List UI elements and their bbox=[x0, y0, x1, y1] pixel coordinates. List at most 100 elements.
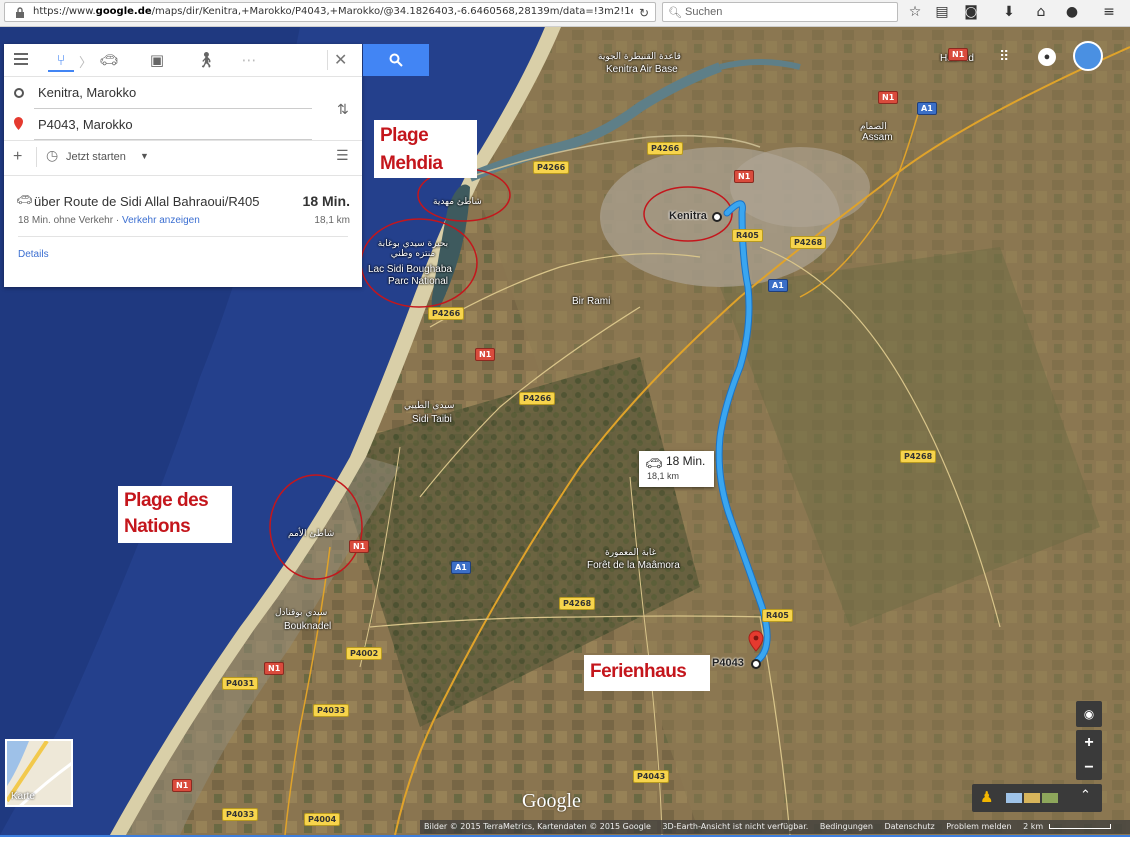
options-sliders-icon[interactable]: ☰ bbox=[336, 148, 349, 164]
road-shield-p4268: P4268 bbox=[559, 597, 596, 610]
place-assam: Assam bbox=[862, 132, 893, 143]
route-distance: 18,1 km bbox=[314, 215, 350, 226]
map-layer-switcher[interactable]: Karte bbox=[5, 739, 73, 807]
place-air-base-ar: قاعدة القنيطرة الجوية bbox=[598, 52, 681, 62]
road-shield-n1: N1 bbox=[475, 348, 496, 361]
add-destination-icon[interactable]: + bbox=[13, 148, 22, 166]
zoom-in-button[interactable]: + bbox=[1076, 730, 1102, 755]
hamburger-menu-icon[interactable]: ≡ bbox=[1100, 3, 1118, 21]
road-shield-n1: N1 bbox=[734, 170, 755, 183]
close-icon[interactable]: ✕ bbox=[334, 50, 347, 69]
browser-search-field[interactable]: 🔍︎ Suchen bbox=[662, 2, 898, 22]
chat-icon[interactable]: ● bbox=[1063, 3, 1081, 21]
place-foret: Forêt de la Maâmora bbox=[587, 560, 680, 571]
pocket-icon[interactable]: ◙ bbox=[962, 3, 980, 21]
road-shield-a1: A1 bbox=[917, 102, 937, 115]
place-lac-1: Lac Sidi Boughaba bbox=[368, 264, 452, 275]
dropdown-arrow-icon[interactable]: ▼ bbox=[140, 151, 149, 161]
callout-plage-des-nations: Plage des Nations bbox=[118, 486, 232, 543]
google-logo: Google bbox=[522, 790, 581, 812]
home-icon[interactable]: ⌂ bbox=[1032, 3, 1050, 21]
reading-list-icon[interactable]: ▤ bbox=[933, 3, 951, 21]
place-assam-ar: الصمام bbox=[860, 122, 887, 132]
address-bar[interactable]: https://www.google.de/maps/dir/Kenitra,+… bbox=[4, 2, 656, 22]
road-shield-a1: A1 bbox=[768, 279, 788, 292]
road-shield-p4043: P4043 bbox=[633, 770, 670, 783]
road-shield-n1: N1 bbox=[349, 540, 370, 553]
route-name[interactable]: über Route de Sidi Allal Bahraoui/R405 bbox=[34, 194, 259, 209]
directions-search-button[interactable] bbox=[363, 44, 429, 76]
chevron-up-icon[interactable]: ⌃ bbox=[1080, 787, 1091, 803]
road-shield-p4266: P4266 bbox=[533, 161, 570, 174]
place-air-base: Kenitra Air Base bbox=[606, 64, 678, 75]
report-problem-link[interactable]: Problem melden bbox=[946, 822, 1011, 831]
road-shield-p4266: P4266 bbox=[519, 392, 556, 405]
layer-thumbnail-icon[interactable] bbox=[1042, 793, 1058, 803]
my-location-button[interactable]: ◉ bbox=[1076, 701, 1102, 727]
scale-bar bbox=[1048, 824, 1111, 829]
road-shield-p4033: P4033 bbox=[222, 808, 259, 821]
zoom-out-button[interactable]: − bbox=[1076, 755, 1102, 780]
place-nations-ar: شاطئ الأمم bbox=[288, 529, 335, 539]
download-icon[interactable]: ⬇ bbox=[1000, 3, 1018, 21]
route-time: 18 Min. bbox=[302, 193, 350, 209]
layer-thumbnail-icon[interactable] bbox=[1024, 793, 1040, 803]
road-shield-n1: N1 bbox=[878, 91, 899, 104]
road-shield-p4266: P4266 bbox=[428, 307, 465, 320]
road-shield-p4268: P4268 bbox=[790, 236, 827, 249]
place-lac-ar: بحيرة سيدي بوغابة منتزه وطني bbox=[377, 239, 449, 259]
origin-underline bbox=[34, 108, 312, 109]
pegman-icon[interactable]: ♟ bbox=[980, 788, 993, 806]
avatar[interactable] bbox=[1073, 41, 1103, 71]
lock-icon bbox=[16, 7, 24, 18]
place-sidi-taibi-ar: سيدي الطيبي bbox=[404, 401, 455, 411]
layer-thumbnail-icon[interactable] bbox=[1006, 793, 1022, 803]
car-icon: 🚗︎ bbox=[16, 192, 33, 207]
zoom-control: + − bbox=[1076, 730, 1102, 780]
traffic-link[interactable]: Verkehr anzeigen bbox=[122, 215, 200, 226]
browser-bottom-strip bbox=[0, 835, 1130, 867]
directions-mode-icon[interactable]: ⑂ bbox=[48, 50, 74, 72]
map-footer: Bilder © 2015 TerraMetrics, Kartendaten … bbox=[420, 820, 1130, 834]
menu-icon[interactable] bbox=[14, 53, 28, 65]
callout-plage-mehdia: Plage Mehdia bbox=[374, 120, 477, 178]
location-icon: ◉ bbox=[1083, 707, 1095, 721]
scale-label: 2 km bbox=[1023, 822, 1044, 831]
road-shield-p4031: P4031 bbox=[222, 677, 259, 690]
reload-icon[interactable]: ↻ bbox=[639, 6, 649, 20]
apps-grid-icon[interactable]: ⠿ bbox=[999, 49, 1013, 63]
terms-link[interactable]: Bedingungen bbox=[820, 822, 873, 831]
place-destination: P4043 bbox=[712, 657, 744, 669]
road-shield-r405: R405 bbox=[762, 609, 793, 622]
notifications-icon[interactable]: ● bbox=[1038, 48, 1056, 66]
transit-mode-icon[interactable]: ▣ bbox=[144, 50, 170, 70]
divider bbox=[36, 147, 37, 167]
route-info-box[interactable]: 🚗︎ 18 Min. 18,1 km bbox=[639, 451, 714, 487]
origin-dot-icon bbox=[14, 88, 24, 98]
privacy-link[interactable]: Datenschutz bbox=[884, 822, 934, 831]
route-divider bbox=[18, 236, 348, 237]
road-shield-a1: A1 bbox=[451, 561, 471, 574]
road-shield-p4033: P4033 bbox=[313, 704, 350, 717]
origin-field[interactable]: Kenitra, Marokko bbox=[38, 85, 136, 100]
road-shield-p4004: P4004 bbox=[304, 813, 341, 826]
road-shield-p4266: P4266 bbox=[647, 142, 684, 155]
car-mode-icon[interactable]: 🚗︎ bbox=[96, 50, 122, 70]
divider bbox=[327, 50, 328, 70]
bookmark-star-icon[interactable]: ☆ bbox=[906, 3, 924, 21]
place-bir-rami: Bir Rami bbox=[572, 296, 611, 307]
road-shield-n1: N1 bbox=[948, 48, 969, 61]
road-shield-p4002: P4002 bbox=[346, 647, 383, 660]
pegman-bar: ♟ ⌃ bbox=[972, 784, 1102, 812]
place-kenitra: Kenitra bbox=[669, 210, 707, 222]
place-sidi-taibi: Sidi Taibi bbox=[412, 414, 452, 425]
more-modes-icon[interactable]: ⋯ bbox=[236, 50, 262, 70]
walk-mode-icon[interactable]: 🚶︎ bbox=[193, 50, 219, 70]
clock-icon: ◷ bbox=[46, 148, 59, 164]
destination-field[interactable]: P4043, Marokko bbox=[38, 117, 133, 132]
swap-icon[interactable]: ⇅ bbox=[337, 102, 349, 118]
depart-time-dropdown[interactable]: Jetzt starten bbox=[66, 151, 126, 163]
route-note: 18 Min. ohne Verkehr · Verkehr anzeigen bbox=[18, 215, 200, 226]
place-bouknadel-ar: سيدي بوقنادل bbox=[275, 608, 328, 618]
details-link[interactable]: Details bbox=[18, 249, 49, 260]
